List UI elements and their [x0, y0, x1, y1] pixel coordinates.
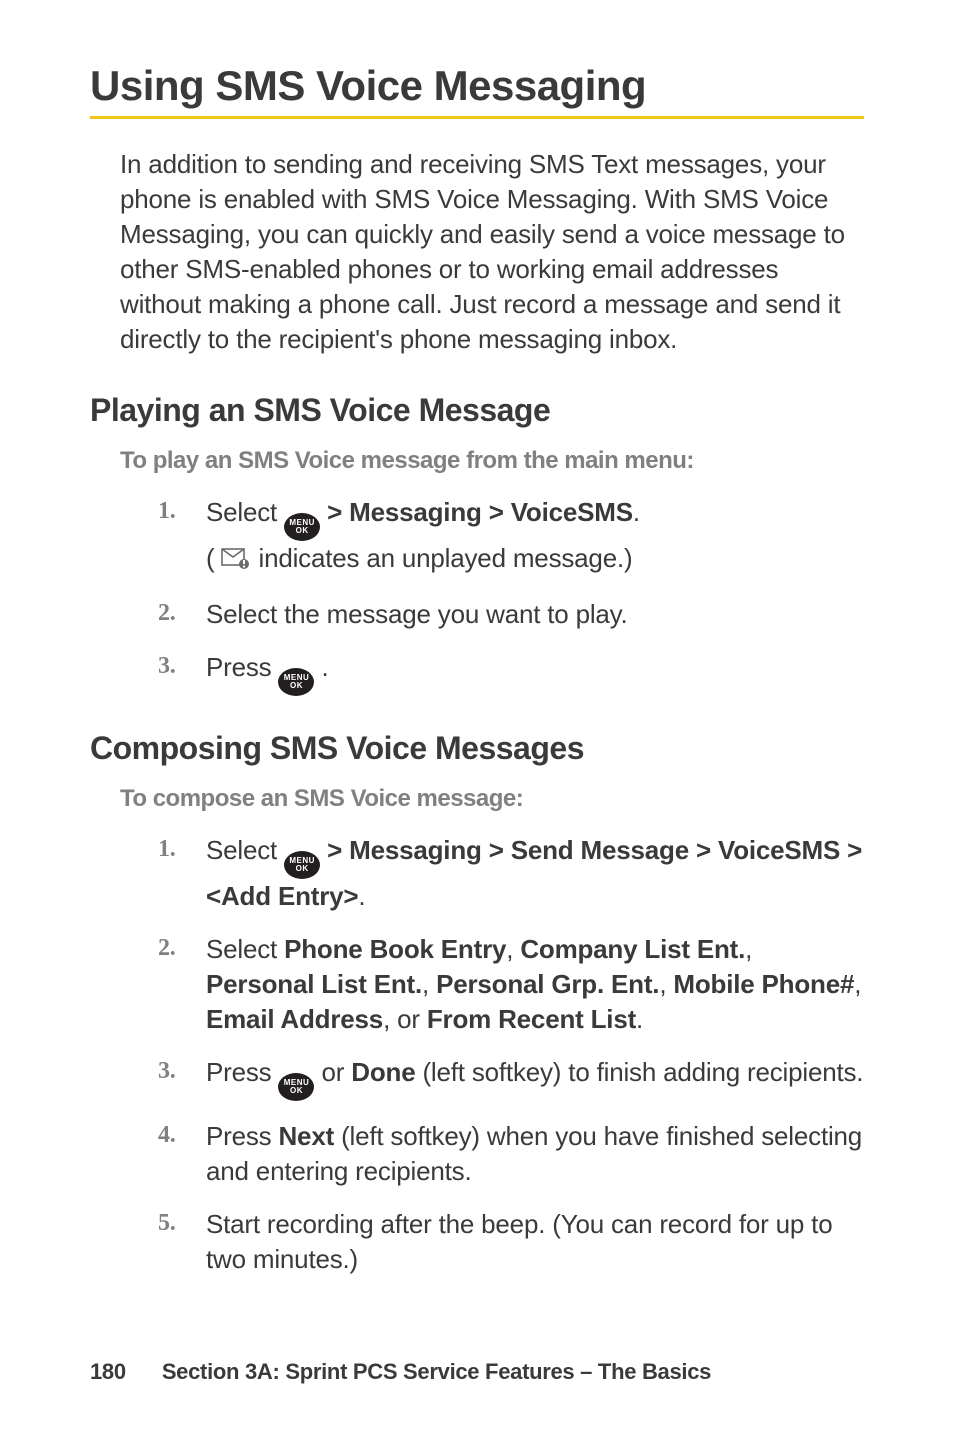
softkey-done: Done — [351, 1057, 415, 1087]
menu-ok-icon: MENUOK — [284, 851, 320, 879]
step-text: Start recording after the beep. (You can… — [206, 1209, 832, 1274]
step-number: 4. — [158, 1119, 176, 1151]
page-title: Using SMS Voice Messaging — [90, 62, 864, 119]
page-footer: 180 Section 3A: Sprint PCS Service Featur… — [90, 1359, 711, 1385]
step-5: 5. Start recording after the beep. (You … — [158, 1207, 864, 1277]
step-text: Press — [206, 1057, 278, 1087]
step-text: Select the message you want to play. — [206, 599, 628, 629]
lead-composing: To compose an SMS Voice message: — [120, 785, 864, 813]
envelope-unplayed-icon — [221, 544, 251, 579]
step-number: 5. — [158, 1207, 176, 1239]
step-number: 2. — [158, 932, 176, 964]
step-text: (left softkey) to finish adding recipien… — [415, 1057, 863, 1087]
section-heading-playing: Playing an SMS Voice Message — [90, 392, 864, 429]
step-text: or — [314, 1057, 351, 1087]
step-1: 1. Select MENUOK > Messaging > Send Mess… — [158, 833, 864, 914]
step-text: Select — [206, 835, 284, 865]
menu-ok-icon: MENUOK — [278, 668, 314, 696]
opt-email: Email Address — [206, 1004, 383, 1034]
menu-ok-icon: MENUOK — [278, 1073, 314, 1101]
step-text: Press — [206, 652, 278, 682]
step-text: indicates an unplayed message.) — [251, 543, 632, 573]
step-text: Press — [206, 1121, 278, 1151]
step-text: Select — [206, 934, 284, 964]
step-text: Select — [206, 497, 284, 527]
step-text: . — [314, 652, 328, 682]
intro-paragraph: In addition to sending and receiving SMS… — [120, 147, 864, 358]
step-3: 3. Press MENUOK or Done (left softkey) t… — [158, 1055, 864, 1101]
opt-companylist: Company List Ent. — [520, 934, 745, 964]
step-number: 1. — [158, 833, 176, 865]
step-text: ( — [206, 543, 221, 573]
step-4: 4. Press Next (left softkey) when you ha… — [158, 1119, 864, 1189]
page-number: 180 — [90, 1359, 126, 1384]
step-text: . — [633, 497, 640, 527]
step-2: 2. Select the message you want to play. — [158, 597, 864, 632]
opt-mobilephone: Mobile Phone# — [673, 969, 854, 999]
steps-playing: 1. Select MENUOK > Messaging > VoiceSMS.… — [158, 495, 864, 696]
lead-playing: To play an SMS Voice message from the ma… — [120, 447, 864, 475]
step-number: 3. — [158, 1055, 176, 1087]
section-heading-composing: Composing SMS Voice Messages — [90, 730, 864, 767]
step-2: 2. Select Phone Book Entry, Company List… — [158, 932, 864, 1037]
step-bold: > Messaging > VoiceSMS — [320, 497, 633, 527]
footer-label: Section 3A: Sprint PCS Service Features … — [162, 1359, 711, 1384]
opt-personallist: Personal List Ent. — [206, 969, 422, 999]
softkey-next: Next — [278, 1121, 334, 1151]
menu-ok-icon: MENUOK — [284, 513, 320, 541]
step-number: 3. — [158, 650, 176, 682]
opt-recentlist: From Recent List — [427, 1004, 636, 1034]
opt-phonebook: Phone Book Entry — [284, 934, 506, 964]
opt-personalgrp: Personal Grp. Ent. — [436, 969, 659, 999]
step-1: 1. Select MENUOK > Messaging > VoiceSMS.… — [158, 495, 864, 579]
step-text: . — [358, 881, 365, 911]
steps-composing: 1. Select MENUOK > Messaging > Send Mess… — [158, 833, 864, 1278]
step-number: 1. — [158, 495, 176, 527]
step-3: 3. Press MENUOK . — [158, 650, 864, 696]
step-number: 2. — [158, 597, 176, 629]
